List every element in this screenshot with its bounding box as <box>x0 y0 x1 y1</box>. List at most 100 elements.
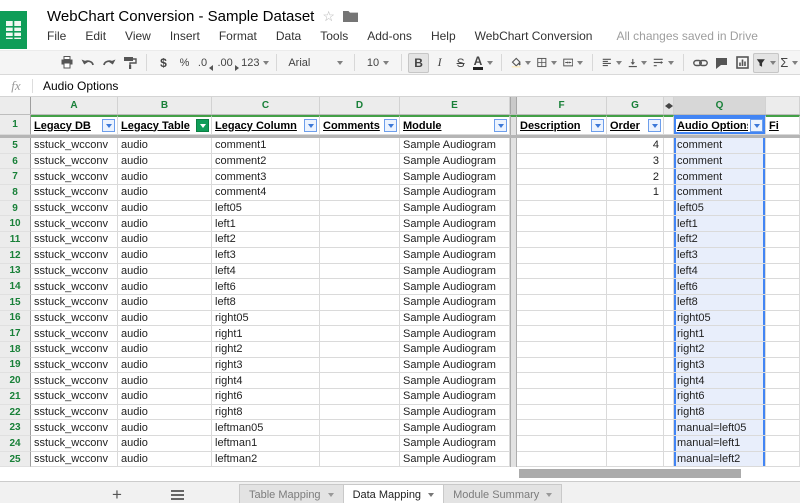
menu-view[interactable]: View <box>125 29 151 43</box>
cell-A17[interactable]: sstuck_wcconv <box>31 326 118 342</box>
cell-F17[interactable] <box>517 326 607 342</box>
row-header-5[interactable]: 5 <box>0 138 31 154</box>
cell-R11[interactable] <box>766 232 800 248</box>
cell-A19[interactable]: sstuck_wcconv <box>31 358 118 374</box>
cell-A15[interactable]: sstuck_wcconv <box>31 295 118 311</box>
cell-F19[interactable] <box>517 358 607 374</box>
row-header-15[interactable]: 15 <box>0 295 31 311</box>
cell-E13[interactable]: Sample Audiogram <box>400 264 510 280</box>
cell-E22[interactable]: Sample Audiogram <box>400 405 510 421</box>
font-family-selector[interactable]: Arial <box>283 53 348 73</box>
cell-F10[interactable] <box>517 216 607 232</box>
cell-D23[interactable] <box>320 420 400 436</box>
cell-A12[interactable]: sstuck_wcconv <box>31 248 118 264</box>
cell-A7[interactable]: sstuck_wcconv <box>31 169 118 185</box>
cell-C24[interactable]: leftman1 <box>212 436 320 452</box>
header-cell-legacy-table[interactable]: Legacy Table <box>118 115 212 135</box>
cell-G17[interactable] <box>607 326 664 342</box>
cell-R8[interactable] <box>766 185 800 201</box>
frozen-pane-divider[interactable] <box>510 295 517 311</box>
frozen-pane-divider[interactable] <box>510 436 517 452</box>
cell-A24[interactable]: sstuck_wcconv <box>31 436 118 452</box>
cell-Q6[interactable]: comment <box>674 154 766 170</box>
cell-C23[interactable]: leftman05 <box>212 420 320 436</box>
cell-E14[interactable]: Sample Audiogram <box>400 279 510 295</box>
row-header-14[interactable]: 14 <box>0 279 31 295</box>
cell-A8[interactable]: sstuck_wcconv <box>31 185 118 201</box>
percent-format-button[interactable]: % <box>174 53 195 73</box>
frozen-pane-divider[interactable] <box>510 358 517 374</box>
cell-E24[interactable]: Sample Audiogram <box>400 436 510 452</box>
cell-R12[interactable] <box>766 248 800 264</box>
cell-A20[interactable]: sstuck_wcconv <box>31 373 118 389</box>
cell-D24[interactable] <box>320 436 400 452</box>
cell-B17[interactable]: audio <box>118 326 212 342</box>
cell-B5[interactable]: audio <box>118 138 212 154</box>
row-header-24[interactable]: 24 <box>0 436 31 452</box>
cell-G13[interactable] <box>607 264 664 280</box>
grid-corner[interactable] <box>0 97 31 114</box>
menu-tools[interactable]: Tools <box>320 29 348 43</box>
sheet-tab-data-mapping[interactable]: Data Mapping <box>344 484 445 503</box>
header-cell-legacy-db[interactable]: Legacy DB <box>31 115 118 135</box>
italic-button[interactable]: I <box>429 53 450 73</box>
row-header-1[interactable]: 1 <box>0 115 31 135</box>
row-header-17[interactable]: 17 <box>0 326 31 342</box>
cell-C5[interactable]: comment1 <box>212 138 320 154</box>
frozen-pane-divider[interactable] <box>510 185 517 201</box>
cell-G8[interactable]: 1 <box>607 185 664 201</box>
cell-G10[interactable] <box>607 216 664 232</box>
row-header-21[interactable]: 21 <box>0 389 31 405</box>
row-header-19[interactable]: 19 <box>0 358 31 374</box>
cell-Q14[interactable]: left6 <box>674 279 766 295</box>
cell-C11[interactable]: left2 <box>212 232 320 248</box>
filter-button-description[interactable] <box>591 119 604 132</box>
cell-Q21[interactable]: right6 <box>674 389 766 405</box>
frozen-pane-divider[interactable] <box>510 373 517 389</box>
cell-B16[interactable]: audio <box>118 311 212 327</box>
column-header-Q[interactable]: Q <box>674 97 766 114</box>
cell-C17[interactable]: right1 <box>212 326 320 342</box>
header-cell-legacy-column[interactable]: Legacy Column <box>212 115 320 135</box>
cell-E6[interactable]: Sample Audiogram <box>400 154 510 170</box>
cell-Q8[interactable]: comment <box>674 185 766 201</box>
cell-D8[interactable] <box>320 185 400 201</box>
cell-D21[interactable] <box>320 389 400 405</box>
sheets-logo-icon[interactable] <box>0 11 27 49</box>
column-header-B[interactable]: B <box>118 97 212 114</box>
cell-G14[interactable] <box>607 279 664 295</box>
column-header-E[interactable]: E <box>400 97 510 114</box>
row-header-18[interactable]: 18 <box>0 342 31 358</box>
header-cell-audio-options[interactable]: Audio Options <box>674 115 766 135</box>
cell-G24[interactable] <box>607 436 664 452</box>
cell-B19[interactable]: audio <box>118 358 212 374</box>
cell-B12[interactable]: audio <box>118 248 212 264</box>
row-header-6[interactable]: 6 <box>0 154 31 170</box>
cell-E11[interactable]: Sample Audiogram <box>400 232 510 248</box>
star-icon[interactable]: ☆ <box>322 8 335 25</box>
column-header-A[interactable]: A <box>31 97 118 114</box>
cell-D7[interactable] <box>320 169 400 185</box>
cell-Q18[interactable]: right2 <box>674 342 766 358</box>
cell-R22[interactable] <box>766 405 800 421</box>
all-sheets-button[interactable] <box>168 485 187 503</box>
cell-D12[interactable] <box>320 248 400 264</box>
cell-G7[interactable]: 2 <box>607 169 664 185</box>
frozen-pane-divider[interactable] <box>510 311 517 327</box>
cell-F22[interactable] <box>517 405 607 421</box>
font-size-selector[interactable]: 10 <box>361 53 395 73</box>
cell-B11[interactable]: audio <box>118 232 212 248</box>
cell-A10[interactable]: sstuck_wcconv <box>31 216 118 232</box>
cell-C16[interactable]: right05 <box>212 311 320 327</box>
filter-button[interactable] <box>753 53 779 73</box>
cell-C12[interactable]: left3 <box>212 248 320 264</box>
add-sheet-button[interactable]: + <box>104 485 130 503</box>
cell-E7[interactable]: Sample Audiogram <box>400 169 510 185</box>
cell-R19[interactable] <box>766 358 800 374</box>
redo-icon[interactable] <box>98 53 119 73</box>
cell-Q12[interactable]: left3 <box>674 248 766 264</box>
cell-D15[interactable] <box>320 295 400 311</box>
insert-link-button[interactable] <box>690 53 711 73</box>
cell-R14[interactable] <box>766 279 800 295</box>
cell-R7[interactable] <box>766 169 800 185</box>
